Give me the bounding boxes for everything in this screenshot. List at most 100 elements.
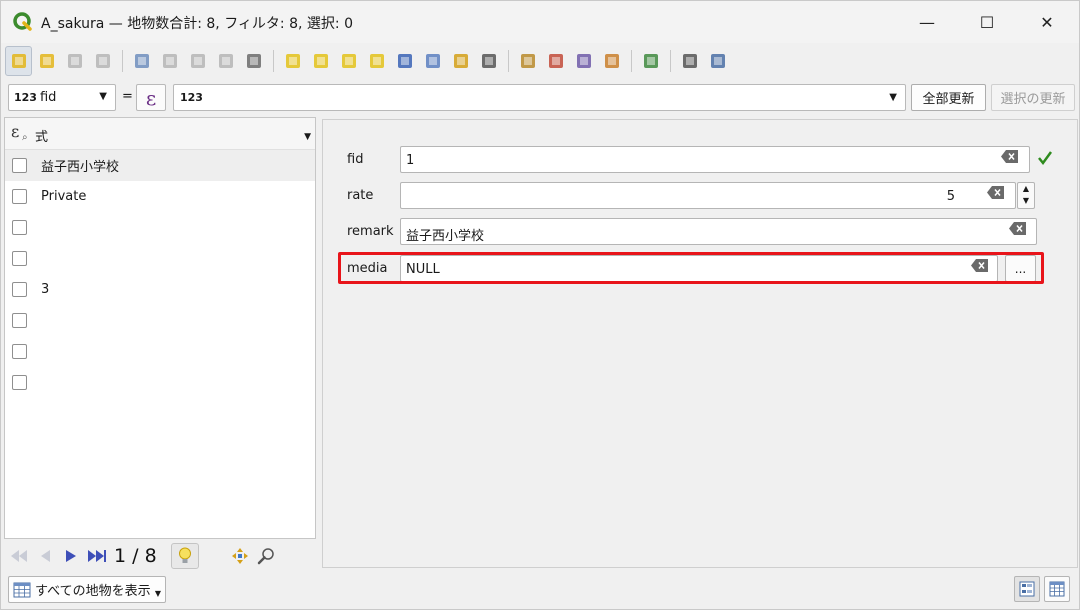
- remark-label: remark: [347, 224, 394, 239]
- reload-button[interactable]: [89, 46, 116, 76]
- pan-to-selection-button[interactable]: [447, 46, 474, 76]
- feature-checkbox[interactable]: [12, 375, 27, 390]
- feature-checkbox[interactable]: [12, 189, 27, 204]
- zoom-to-selection-button[interactable]: [475, 46, 502, 76]
- feature-checkbox[interactable]: [12, 220, 27, 235]
- title-bar: A_sakura — 地物数合計: 8, フィルタ: 8, 選択: 0 — ☐ …: [1, 1, 1079, 43]
- feature-counter: 1 / 8: [114, 545, 157, 567]
- update-all-button[interactable]: 全部更新: [911, 84, 986, 111]
- field-name: fid: [39, 90, 57, 105]
- toolbar-separator: [508, 50, 509, 72]
- pencil-edit-button[interactable]: [5, 46, 32, 76]
- previous-feature-button[interactable]: [32, 543, 58, 569]
- toolbar-separator: [631, 50, 632, 72]
- multi-edit-icon: [39, 54, 54, 68]
- expression-label: 式: [35, 130, 49, 145]
- new-field-icon: [520, 54, 535, 68]
- next-feature-button[interactable]: [58, 543, 84, 569]
- feature-form: fid 1 rate 5 ▲ ▼ remark 益子西小学校 media NULL…: [322, 119, 1078, 568]
- organize-columns-button[interactable]: [704, 46, 731, 76]
- filter-value-input[interactable]: 123 ▼: [173, 84, 906, 111]
- list-item[interactable]: [5, 336, 315, 367]
- clear-icon[interactable]: [1009, 222, 1027, 235]
- dock-icon: [682, 54, 697, 68]
- fid-label: fid: [347, 152, 364, 167]
- cut-icon: [190, 54, 205, 68]
- clear-icon[interactable]: [987, 186, 1005, 199]
- chevron-down-icon: ▼: [99, 91, 107, 102]
- delete-feature-icon: [162, 54, 177, 68]
- attribute-form-window: A_sakura — 地物数合計: 8, フィルタ: 8, 選択: 0 — ☐ …: [0, 0, 1080, 610]
- rate-input[interactable]: 5: [400, 182, 1016, 209]
- rate-spinner[interactable]: ▲ ▼: [1017, 182, 1035, 209]
- show-features-label: すべての地物を表示: [35, 584, 151, 599]
- list-item[interactable]: 益子西小学校: [5, 150, 315, 181]
- add-feature-button[interactable]: [128, 46, 155, 76]
- display-expression-combo[interactable]: ε ⌕ 式 ▼: [5, 118, 315, 150]
- table-view-button[interactable]: [1044, 576, 1070, 602]
- feature-checkbox[interactable]: [12, 344, 27, 359]
- table-view-icon: [1049, 581, 1065, 597]
- feature-checkbox[interactable]: [12, 158, 27, 173]
- fid-input[interactable]: 1: [400, 146, 1030, 173]
- field-select[interactable]: 123 fid ▼: [8, 84, 116, 111]
- feature-checkbox[interactable]: [12, 313, 27, 328]
- actions-button[interactable]: [637, 46, 664, 76]
- cut-button[interactable]: [184, 46, 211, 76]
- dock-button[interactable]: [676, 46, 703, 76]
- feature-list-panel: ε ⌕ 式 ▼ 益子西小学校 Private 3: [4, 117, 316, 539]
- zoom-to-feature-button[interactable]: [253, 543, 279, 569]
- pan-to-feature-button[interactable]: [227, 543, 253, 569]
- select-by-expression-button[interactable]: [279, 46, 306, 76]
- delete-feature-button[interactable]: [156, 46, 183, 76]
- minimize-button[interactable]: —: [897, 1, 957, 43]
- field-row-remark: remark 益子西小学校: [323, 216, 1063, 248]
- copy-button[interactable]: [212, 46, 239, 76]
- select-all-button[interactable]: [307, 46, 334, 76]
- delete-field-icon: [548, 54, 563, 68]
- maximize-button[interactable]: ☐: [957, 1, 1017, 43]
- show-features-filter-button[interactable]: すべての地物を表示 ▼: [8, 576, 166, 603]
- list-item[interactable]: [5, 243, 315, 274]
- new-field-button[interactable]: [514, 46, 541, 76]
- save-edits-button[interactable]: [61, 46, 88, 76]
- toolbar-separator: [122, 50, 123, 72]
- clear-icon[interactable]: [1001, 150, 1019, 163]
- toolbar-separator: [273, 50, 274, 72]
- form-view-button[interactable]: [1014, 576, 1040, 602]
- move-selection-top-button[interactable]: [419, 46, 446, 76]
- status-bar: すべての地物を表示 ▼: [1, 573, 1079, 609]
- deselect-button[interactable]: [363, 46, 390, 76]
- epsilon-icon: ε: [11, 122, 20, 141]
- feature-checkbox[interactable]: [12, 282, 27, 297]
- conditional-format-button[interactable]: [598, 46, 625, 76]
- field-calculator-button[interactable]: [570, 46, 597, 76]
- filter-value-text: 123: [180, 91, 203, 104]
- remark-input[interactable]: 益子西小学校: [400, 218, 1037, 245]
- invert-selection-button[interactable]: [335, 46, 362, 76]
- highlight-feature-button[interactable]: [170, 543, 199, 569]
- feature-checkbox[interactable]: [12, 251, 27, 266]
- update-selection-button[interactable]: 選択の更新: [991, 84, 1075, 111]
- expression-button[interactable]: ε: [136, 84, 166, 111]
- feature-navigation: 1 / 8: [6, 541, 316, 571]
- paste-button[interactable]: [240, 46, 267, 76]
- deselect-icon: [369, 54, 384, 68]
- close-button[interactable]: ✕: [1017, 1, 1077, 43]
- filter-button[interactable]: [391, 46, 418, 76]
- chevron-down-icon[interactable]: ▼: [889, 92, 897, 103]
- list-item[interactable]: [5, 367, 315, 398]
- list-item[interactable]: Private: [5, 181, 315, 212]
- operator-label: =: [122, 89, 133, 104]
- delete-field-button[interactable]: [542, 46, 569, 76]
- rate-label: rate: [347, 188, 374, 203]
- field-row-fid: fid 1: [323, 144, 1063, 176]
- first-feature-button[interactable]: [6, 543, 32, 569]
- list-item[interactable]: 3: [5, 274, 315, 305]
- multi-edit-button[interactable]: [33, 46, 60, 76]
- list-item[interactable]: [5, 305, 315, 336]
- list-item[interactable]: [5, 212, 315, 243]
- media-highlight-box: [338, 252, 1044, 284]
- list-item-label: 益子西小学校: [41, 160, 120, 175]
- last-feature-button[interactable]: [84, 543, 110, 569]
